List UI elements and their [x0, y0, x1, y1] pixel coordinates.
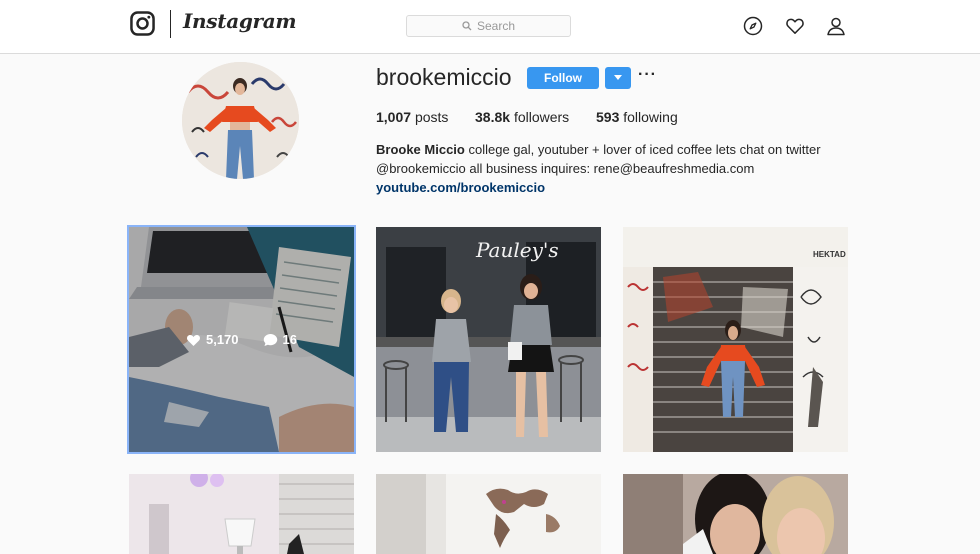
followers-count[interactable]: 38.8k followers — [475, 109, 569, 125]
more-options-button[interactable]: ··· — [638, 66, 657, 84]
bio-text-line-1: college gal, youtuber + lover of iced co… — [464, 142, 821, 157]
storefront-sign: Pauley's — [475, 238, 559, 262]
following-count[interactable]: 593 following — [596, 109, 678, 125]
profile-username: brookemiccio — [376, 64, 512, 90]
post-tile[interactable]: Pauley's — [376, 227, 601, 452]
posts-count: 1,007 posts — [376, 109, 449, 125]
post-image — [376, 474, 601, 554]
post-image: Pauley's — [376, 227, 601, 452]
person-icon[interactable] — [826, 16, 846, 36]
post-image — [623, 474, 848, 554]
logo-divider — [170, 10, 171, 38]
heart-icon[interactable] — [785, 16, 805, 36]
likes-stat: 5,170 — [186, 332, 239, 347]
comments-count: 16 — [282, 332, 297, 347]
likes-count: 5,170 — [205, 332, 239, 347]
post-tile[interactable] — [129, 474, 354, 554]
bio-full-name: Brooke Miccio — [376, 142, 465, 157]
heart-filled-icon — [187, 334, 200, 346]
comment-bubble-icon — [263, 333, 277, 346]
bio-website-link[interactable]: youtube.com/brookemiccio — [376, 180, 545, 195]
caret-down-icon — [614, 75, 622, 80]
profile-bio: Brooke Miccio college gal, youtuber + lo… — [376, 140, 836, 197]
post-tile[interactable]: 5,170 16 — [127, 225, 356, 454]
post-image: HEKTAD — [623, 227, 848, 452]
top-navigation-bar: Instagram Search — [0, 0, 980, 54]
suggestions-dropdown-button[interactable] — [605, 67, 631, 89]
instagram-glyph-icon[interactable] — [130, 11, 155, 36]
profile-avatar[interactable] — [182, 62, 299, 179]
instagram-wordmark[interactable]: Instagram — [183, 9, 297, 33]
post-image — [129, 474, 354, 554]
compass-icon[interactable] — [743, 16, 763, 36]
post-tile[interactable] — [623, 474, 848, 554]
wall-sign: HEKTAD — [813, 250, 846, 259]
post-tile[interactable]: HEKTAD — [623, 227, 848, 452]
post-tile[interactable] — [376, 474, 601, 554]
search-input[interactable]: Search — [406, 15, 571, 37]
bio-text-line-2: @brookemiccio all business inquires: ren… — [376, 161, 755, 176]
post-hover-overlay: 5,170 16 — [129, 227, 354, 452]
follow-button[interactable]: Follow — [527, 67, 599, 89]
search-placeholder: Search — [476, 19, 516, 33]
search-icon — [462, 21, 472, 31]
comments-stat: 16 — [263, 332, 297, 347]
